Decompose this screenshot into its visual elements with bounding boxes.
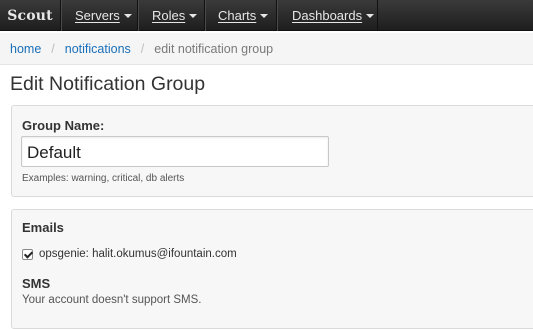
- sms-unsupported-note: Your account doesn't support SMS.: [22, 294, 202, 306]
- nav-dashboards-menu[interactable]: Dashboards: [277, 0, 378, 31]
- breadcrumb-separator: /: [140, 41, 145, 56]
- breadcrumb-home-link[interactable]: home: [10, 42, 41, 56]
- group-name-input[interactable]: [21, 136, 329, 167]
- breadcrumb-notifications-link[interactable]: notifications: [65, 42, 131, 56]
- notification-targets-panel: Emails opsgenie: halit.okumus@ifountain.…: [11, 209, 533, 329]
- group-name-panel: Group Name: Examples: warning, critical,…: [11, 105, 533, 197]
- emails-heading: Emails: [22, 220, 64, 235]
- nav-roles-menu[interactable]: Roles: [138, 0, 205, 31]
- chevron-down-icon: [366, 14, 375, 18]
- nav-servers-menu[interactable]: Servers: [61, 0, 138, 31]
- nav-charts-label: Charts: [218, 8, 257, 23]
- chevron-down-icon: [189, 14, 198, 18]
- page-title: Edit Notification Group: [10, 73, 206, 95]
- chevron-down-icon: [123, 14, 132, 18]
- breadcrumb-current: edit notification group: [154, 41, 274, 56]
- top-navbar: Scout Servers Roles Charts Dashboards: [0, 0, 533, 31]
- email-option-label: opsgenie: halit.okumus@ifountain.com: [39, 248, 237, 260]
- breadcrumb-separator: /: [51, 41, 55, 56]
- group-name-help: Examples: warning, critical, db alerts: [22, 173, 185, 184]
- brand-logo[interactable]: Scout: [0, 0, 61, 31]
- email-option[interactable]: opsgenie: halit.okumus@ifountain.com: [22, 248, 237, 260]
- nav-roles-label: Roles: [152, 8, 186, 23]
- nav-charts-menu[interactable]: Charts: [205, 0, 277, 31]
- chevron-down-icon: [260, 14, 269, 18]
- nav-servers-label: Servers: [75, 8, 120, 23]
- group-name-label: Group Name:: [22, 118, 105, 133]
- email-checkbox[interactable]: [22, 248, 33, 260]
- breadcrumb: home / notifications / edit notification…: [0, 33, 533, 65]
- sms-heading: SMS: [22, 276, 51, 291]
- nav-dashboards-label: Dashboards: [292, 8, 363, 23]
